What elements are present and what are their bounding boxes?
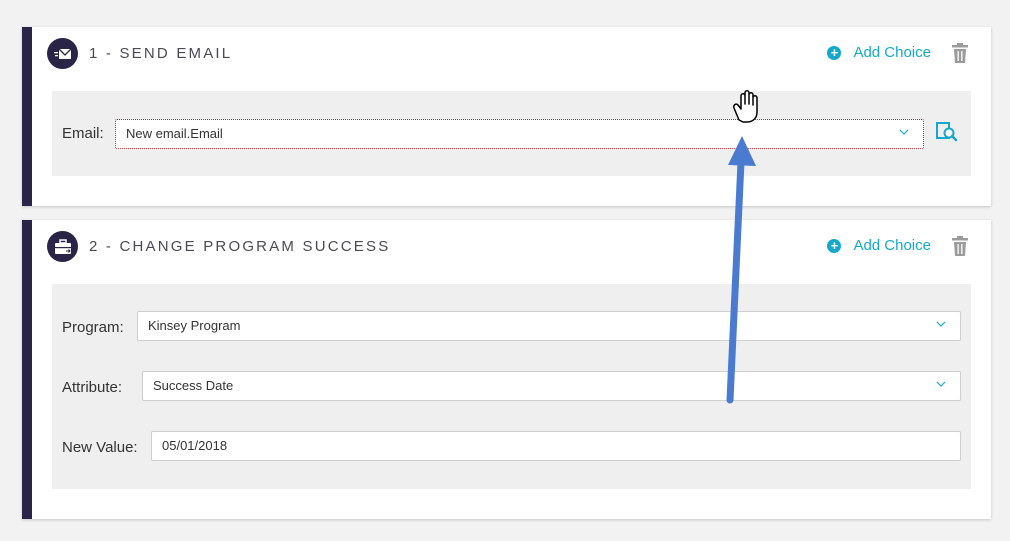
email-select[interactable]: New email.Email xyxy=(115,119,924,149)
step-title: 1 - SEND EMAIL xyxy=(89,45,233,62)
program-select[interactable]: Kinsey Program xyxy=(137,311,961,341)
flow-step-change-program-success: 2 - CHANGE PROGRAM SUCCESS + Add Choice … xyxy=(22,220,991,519)
email-select-value: New email.Email xyxy=(126,126,223,141)
email-lookup-icon[interactable] xyxy=(936,122,958,147)
email-send-icon xyxy=(47,38,78,69)
add-choice-label: Add Choice xyxy=(853,237,931,254)
program-select-value: Kinsey Program xyxy=(148,318,241,333)
chevron-down-icon xyxy=(936,381,946,387)
add-choice-label: Add Choice xyxy=(853,44,931,61)
attribute-label: Attribute: xyxy=(62,379,123,396)
attribute-select[interactable]: Success Date xyxy=(142,371,961,401)
add-choice-button[interactable]: + Add Choice xyxy=(827,44,931,61)
attribute-select-value: Success Date xyxy=(153,378,234,393)
new-value-input[interactable]: 05/01/2018 xyxy=(151,431,961,461)
program-label: Program: xyxy=(62,319,124,336)
new-value-label: New Value: xyxy=(62,439,138,456)
flow-step-send-email: 1 - SEND EMAIL + Add Choice Email: New e… xyxy=(22,27,991,206)
step-title: 2 - CHANGE PROGRAM SUCCESS xyxy=(89,238,391,255)
trash-icon[interactable] xyxy=(951,236,969,261)
email-label: Email: xyxy=(62,125,104,142)
chevron-down-icon xyxy=(899,129,909,135)
plus-circle-icon: + xyxy=(827,238,842,253)
add-choice-button[interactable]: + Add Choice xyxy=(827,237,931,254)
plus-circle-icon: + xyxy=(827,45,842,60)
chevron-down-icon xyxy=(936,321,946,327)
trash-icon[interactable] xyxy=(951,43,969,68)
step-fields-panel: Program: Kinsey Program Attribute: Succe… xyxy=(52,284,971,489)
briefcase-icon xyxy=(47,231,78,262)
step-fields-panel: Email: New email.Email xyxy=(52,91,971,176)
new-value-input-value: 05/01/2018 xyxy=(162,438,228,453)
